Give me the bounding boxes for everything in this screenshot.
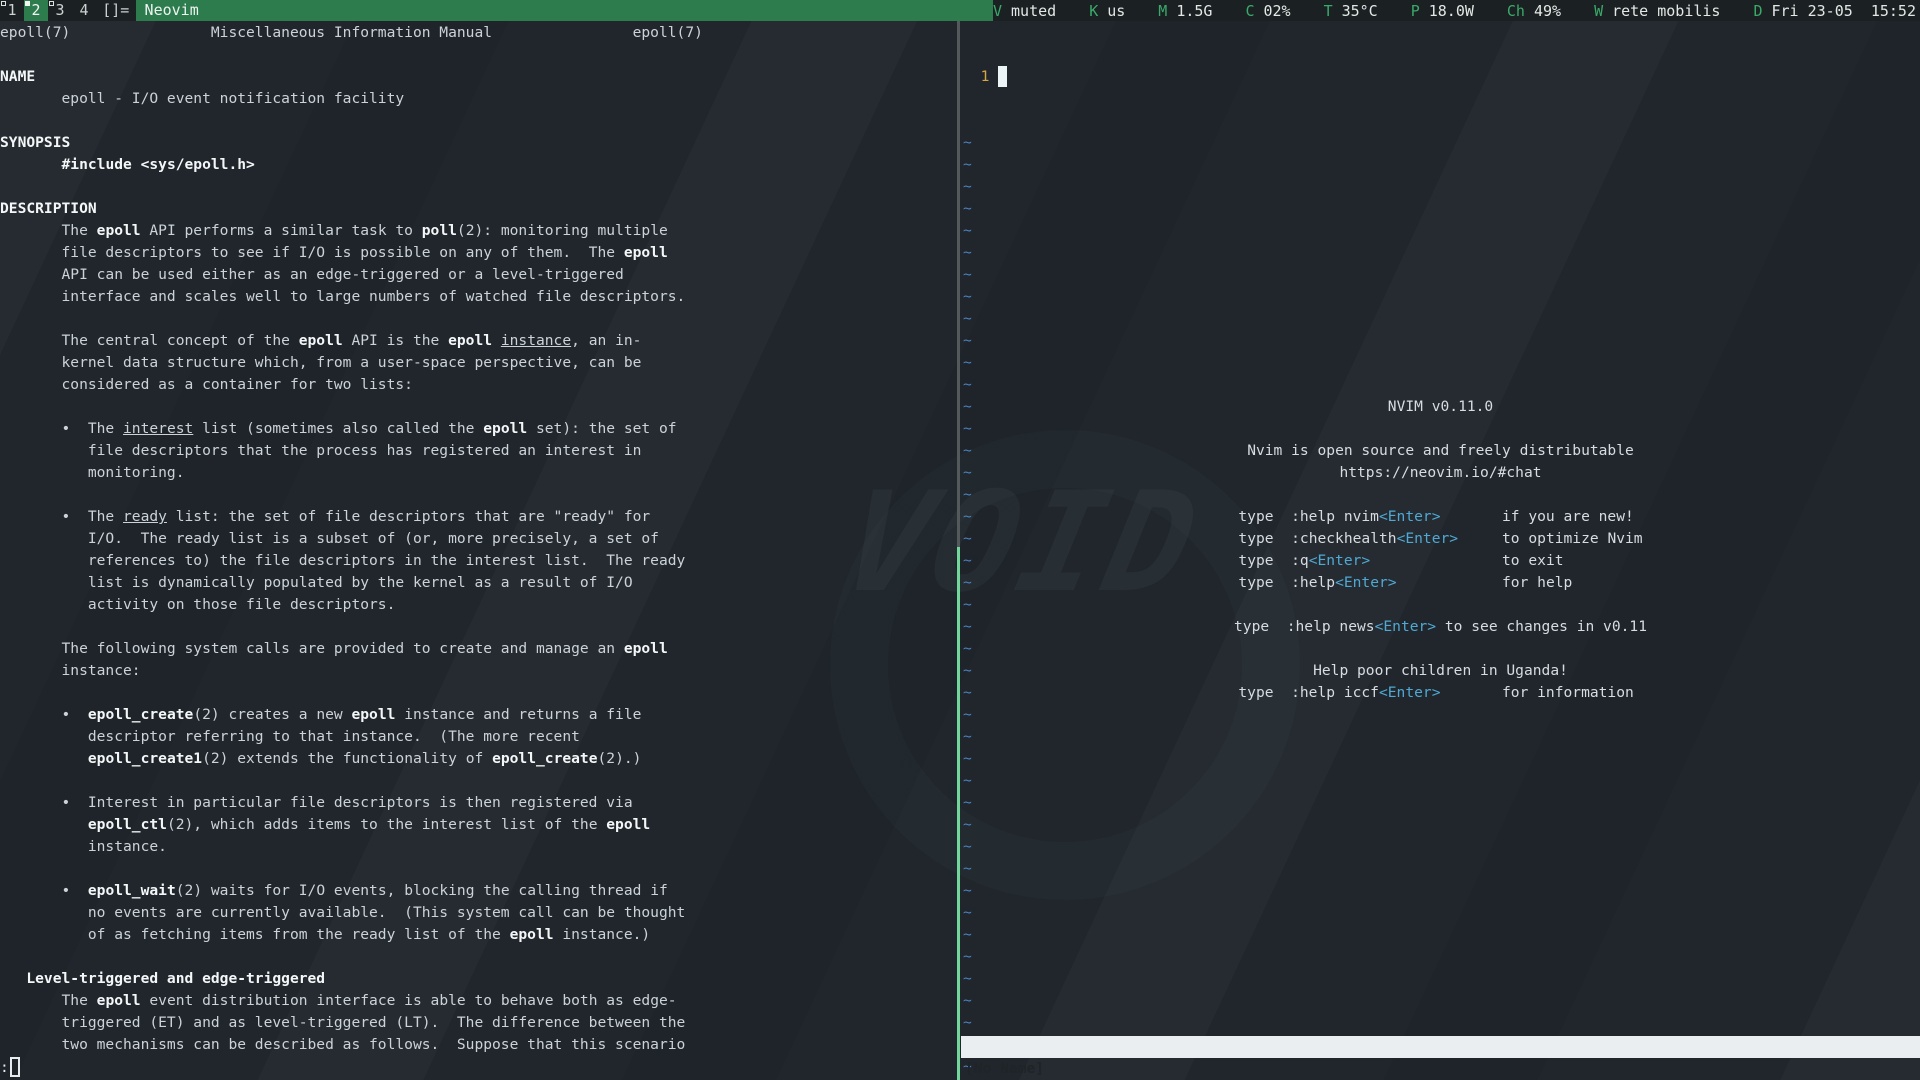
empty-line-tilde: ~ bbox=[963, 330, 1016, 352]
status-module-w: Wrete mobilis bbox=[1594, 2, 1720, 20]
tag-client-indicator bbox=[1, 1, 6, 6]
status-module-v: Vmuted bbox=[993, 2, 1056, 20]
status-module-ch: Ch 49% bbox=[1507, 2, 1561, 20]
empty-line-tilde: ~ bbox=[963, 198, 1016, 220]
status-key: K bbox=[1089, 2, 1098, 20]
pager-prompt: : bbox=[0, 1059, 9, 1076]
status-value: 1.5G bbox=[1176, 2, 1212, 20]
neovim-window[interactable]: 1 ~~~~~~~~~~~~~~~~~~~~~~~~~~~~~~~~~~~~~~… bbox=[961, 21, 1920, 1080]
tag-label: 2 bbox=[31, 1, 40, 19]
tag-client-indicator bbox=[49, 1, 54, 6]
empty-line-tilde: ~ bbox=[963, 132, 1016, 154]
empty-line-tilde: ~ bbox=[963, 286, 1016, 308]
tag-label: 3 bbox=[55, 1, 64, 19]
status-key: V bbox=[993, 2, 1002, 20]
tag-client-indicator bbox=[25, 1, 30, 6]
status-module-p: P 18.0W bbox=[1411, 2, 1474, 20]
workspace-tag-1[interactable]: 1 bbox=[0, 0, 24, 21]
empty-line-tilde: ~ bbox=[963, 264, 1016, 286]
workspace-tag-2[interactable]: 2 bbox=[24, 0, 48, 21]
tag-label: 1 bbox=[7, 1, 16, 19]
status-key: T bbox=[1324, 2, 1333, 20]
tag-label: 4 bbox=[79, 1, 88, 19]
status-value: 18.0W bbox=[1429, 2, 1474, 20]
empty-line-tilde: ~ bbox=[963, 924, 1016, 946]
focused-window-title: Neovim bbox=[136, 0, 993, 21]
empty-line-tilde: ~ bbox=[963, 308, 1016, 330]
empty-line-tilde: ~ bbox=[963, 704, 1016, 726]
empty-line-tilde: ~ bbox=[963, 990, 1016, 1012]
empty-line-tilde: ~ bbox=[963, 726, 1016, 748]
empty-line-tilde: ~ bbox=[963, 220, 1016, 242]
nvim-cursor bbox=[998, 66, 1007, 87]
empty-line-tilde: ~ bbox=[963, 946, 1016, 968]
status-value: muted bbox=[1011, 2, 1056, 20]
status-value: 35°C bbox=[1342, 2, 1378, 20]
top-bar: 1234 []= Neovim Vmuted Kus M 1.5G C 02% T 35°C P… bbox=[0, 0, 1920, 21]
status-key: D bbox=[1753, 2, 1762, 20]
man-page-window[interactable]: epoll(7) Miscellaneous Information Manua… bbox=[0, 21, 957, 1080]
status-value: rete mobilis bbox=[1612, 2, 1720, 20]
status-module-m: M 1.5G bbox=[1158, 2, 1212, 20]
empty-line-tilde: ~ bbox=[963, 176, 1016, 198]
status-module-t: T 35°C bbox=[1324, 2, 1378, 20]
status-value: us bbox=[1107, 2, 1125, 20]
layout-symbol[interactable]: []= bbox=[96, 0, 136, 21]
nvim-statusline: [No Name] 0,0-1 All bbox=[961, 1036, 1920, 1058]
nvim-command-line[interactable] bbox=[961, 1058, 1920, 1080]
empty-line-tilde: ~ bbox=[963, 836, 1016, 858]
empty-line-tilde: ~ bbox=[963, 792, 1016, 814]
empty-line-tilde: ~ bbox=[963, 902, 1016, 924]
status-value: 49% bbox=[1534, 2, 1561, 20]
pager-prompt-line[interactable]: : bbox=[0, 1057, 20, 1079]
status-key: Ch bbox=[1507, 2, 1525, 20]
empty-line-tilde: ~ bbox=[963, 352, 1016, 374]
workspace-tag-4[interactable]: 4 bbox=[72, 0, 96, 21]
man-page-content: epoll(7) Miscellaneous Information Manua… bbox=[0, 22, 703, 1056]
empty-line-tilde: ~ bbox=[963, 858, 1016, 880]
status-module-d: D Fri 23-05 15:52 bbox=[1753, 2, 1916, 20]
window-separator-bottom-focused bbox=[957, 547, 960, 1080]
workspace-tag-3[interactable]: 3 bbox=[48, 0, 72, 21]
empty-line-tilde: ~ bbox=[963, 242, 1016, 264]
line-number: 1 bbox=[963, 68, 998, 85]
status-key: P bbox=[1411, 2, 1420, 20]
status-bar: Vmuted Kus M 1.5G C 02% T 35°C P 18.0W Ch 49% Wrete … bbox=[993, 0, 1920, 21]
empty-line-tilde: ~ bbox=[963, 374, 1016, 396]
desktop: VOID 1234 []= Neovim VmutedKusM1.5GC02%T… bbox=[0, 0, 1920, 1080]
status-key: M bbox=[1158, 2, 1167, 20]
empty-line-tilde: ~ bbox=[963, 770, 1016, 792]
buffer-line-1: 1 bbox=[963, 66, 1016, 88]
empty-line-tilde: ~ bbox=[963, 968, 1016, 990]
empty-line-tilde: ~ bbox=[963, 1012, 1016, 1034]
status-key: W bbox=[1594, 2, 1603, 20]
status-key: C bbox=[1245, 2, 1254, 20]
status-module-c: C 02% bbox=[1245, 2, 1290, 20]
status-module-k: Kus bbox=[1089, 2, 1125, 20]
pager-cursor bbox=[10, 1057, 20, 1077]
empty-line-tilde: ~ bbox=[963, 880, 1016, 902]
empty-line-tilde: ~ bbox=[963, 814, 1016, 836]
status-value: 02% bbox=[1263, 2, 1290, 20]
window-separator-top bbox=[957, 21, 960, 547]
nvim-intro-message: NVIM v0.11.0 Nvim is open source and fre… bbox=[961, 396, 1920, 704]
empty-line-tilde: ~ bbox=[963, 748, 1016, 770]
status-value: Fri 23-05 15:52 bbox=[1772, 2, 1917, 20]
workspace-tags: 1234 bbox=[0, 0, 96, 21]
empty-line-tilde: ~ bbox=[963, 154, 1016, 176]
